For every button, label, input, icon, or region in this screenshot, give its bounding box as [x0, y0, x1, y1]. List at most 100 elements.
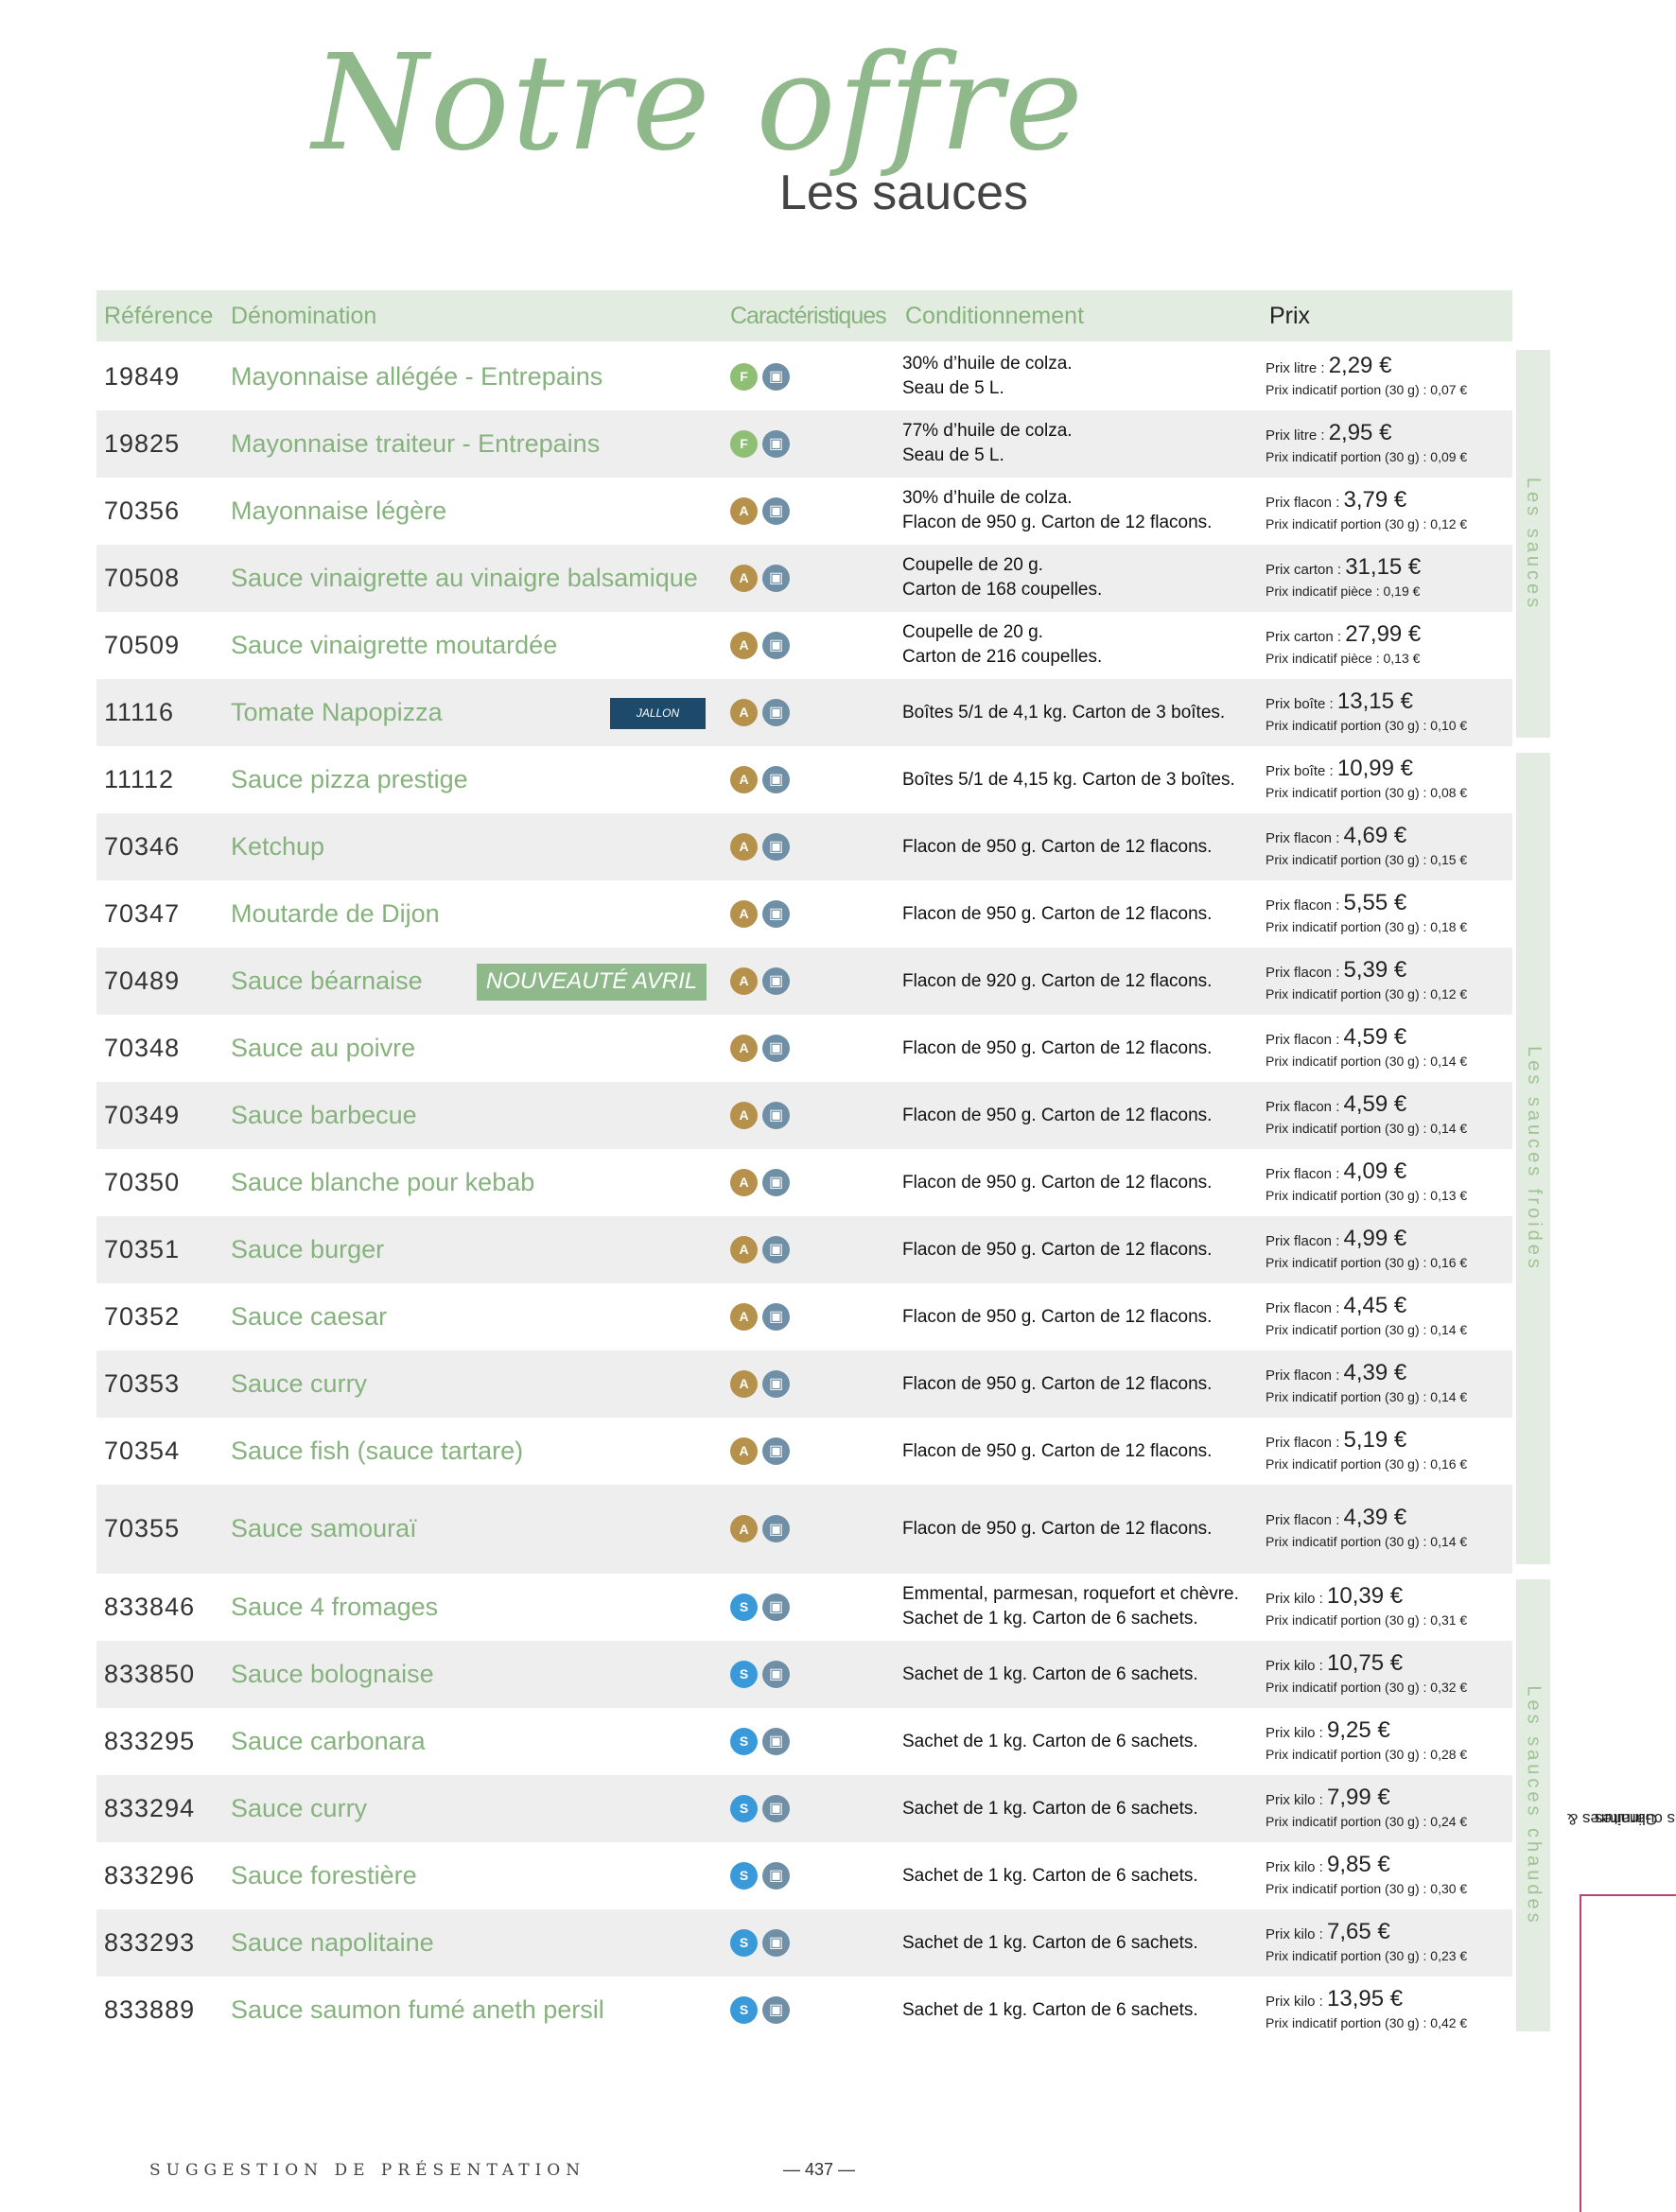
- product-name: Sauce saumon fumé aneth persil: [231, 1994, 604, 2024]
- product-name: Sauce carbonara: [231, 1726, 426, 1755]
- price-portion: Prix indicatif portion (30 g) : 0,30 €: [1266, 1880, 1468, 1896]
- carton-icon: ▣: [762, 496, 790, 525]
- packaging-line-1: Flacon de 950 g. Carton de 12 flacons.: [902, 836, 1213, 857]
- price: Prix flacon : 4,09 € Prix indicatif porti…: [1266, 1158, 1467, 1204]
- price-value: 13,15 €: [1336, 688, 1413, 714]
- packaging: 30% d’huile de colza. Flacon de 950 g. Ca…: [902, 486, 1212, 535]
- product-name: Sauce samouraï: [231, 1514, 417, 1542]
- carton-icon: ▣: [762, 1515, 790, 1542]
- packaging: Sachet de 1 kg. Carton de 6 sachets.: [902, 1797, 1198, 1821]
- characteristics: A ▣: [730, 1302, 790, 1331]
- price-label: Prix boîte :: [1266, 695, 1337, 712]
- product-reference: 70353: [104, 1368, 181, 1398]
- carton-icon: ▣: [762, 1101, 790, 1129]
- packaging-line-1: Sachet de 1 kg. Carton de 6 sachets.: [902, 1663, 1198, 1684]
- price-portion: Prix indicatif portion (30 g) : 0,32 €: [1266, 1679, 1468, 1695]
- table-row: 70489 Sauce béarnaise NOUVEAUTÉ AVRIL A ▣ Fla…: [96, 948, 1512, 1015]
- characteristics: S ▣: [730, 1928, 790, 1957]
- price-label: Prix flacon :: [1266, 1512, 1344, 1528]
- table-row: 833850 Sauce bolognaise S ▣ Sachet de 1 kg. …: [96, 1641, 1512, 1708]
- characteristics: S ▣: [730, 1593, 790, 1621]
- price-value: 7,65 €: [1327, 1918, 1390, 1944]
- price: Prix kilo : 13,95 € Prix indicatif portio…: [1266, 1986, 1467, 2031]
- page-subtitle: Les sauces: [779, 165, 1029, 220]
- packaging: Flacon de 950 g. Carton de 12 flacons.: [902, 1305, 1212, 1330]
- carton-icon: ▣: [762, 1727, 790, 1755]
- price-portion: Prix indicatif portion (30 g) : 0,15 €: [1266, 851, 1468, 867]
- chapter-rule-vertical: [1580, 1894, 1581, 2212]
- price-value: 9,25 €: [1327, 1716, 1390, 1743]
- table-row: 833846 Sauce 4 fromages S ▣ Emmental, parmes…: [96, 1574, 1512, 1641]
- table-row: 70348 Sauce au poivre A ▣ Flacon de 950 g. C…: [96, 1015, 1512, 1082]
- product-reference: 19825: [104, 428, 181, 458]
- section-label-sauces: Les sauces: [1523, 477, 1545, 611]
- price-portion: Prix indicatif portion (30 g) : 0,09 €: [1266, 448, 1468, 464]
- product-reference: 833293: [104, 1927, 196, 1957]
- price-label: Prix kilo :: [1266, 1925, 1328, 1942]
- price-label: Prix flacon :: [1266, 1434, 1344, 1451]
- product-name: Sauce vinaigrette au vinaigre balsamique: [231, 563, 698, 592]
- badge-s-icon: S: [730, 1727, 758, 1755]
- packaging-line-1: Flacon de 950 g. Carton de 12 flacons.: [902, 1440, 1213, 1461]
- product-reference: 70354: [104, 1436, 181, 1465]
- price-portion: Prix indicatif portion (30 g) : 0,28 €: [1266, 1746, 1468, 1762]
- price-value: 31,15 €: [1345, 553, 1422, 580]
- price-label: Prix flacon :: [1266, 829, 1344, 846]
- product-name: Sauce fish (sauce tartare): [231, 1436, 524, 1465]
- price: Prix boîte : 13,15 € Prix indicatif porti…: [1266, 688, 1467, 734]
- carton-icon: ▣: [762, 1235, 790, 1263]
- col-conditionnement: Conditionnement: [905, 303, 1085, 329]
- packaging-line-1: Sachet de 1 kg. Carton de 6 sachets.: [902, 1932, 1198, 1953]
- table-row: 833296 Sauce forestière S ▣ Sachet de 1 kg. …: [96, 1842, 1512, 1909]
- product-reference: 833294: [104, 1793, 196, 1822]
- col-caracteristiques: Caractéristiques: [730, 303, 887, 329]
- price-portion: Prix indicatif portion (30 g) : 0,14 €: [1266, 1053, 1468, 1069]
- product-reference: 70351: [104, 1234, 181, 1263]
- packaging-line-2: Flacon de 950 g. Carton de 12 flacons.: [902, 512, 1213, 532]
- price: Prix kilo : 7,99 € Prix indicatif portion…: [1266, 1785, 1467, 1830]
- badge-a-icon: A: [730, 1437, 758, 1465]
- price-portion: Prix indicatif portion (30 g) : 0,14 €: [1266, 1534, 1468, 1549]
- price-label: Prix kilo :: [1266, 1657, 1328, 1674]
- badge-s-icon: S: [730, 1794, 758, 1822]
- price-label: Prix carton :: [1266, 561, 1346, 578]
- price-portion: Prix indicatif pièce : 0,13 €: [1266, 650, 1421, 666]
- carton-icon: ▣: [762, 1928, 790, 1957]
- characteristics: A ▣: [730, 899, 790, 928]
- price-label: Prix flacon :: [1266, 494, 1344, 511]
- product-reference: 70508: [104, 563, 181, 592]
- price-portion: Prix indicatif portion (30 g) : 0,16 €: [1266, 1455, 1468, 1472]
- characteristics: A ▣: [730, 496, 790, 525]
- price-value: 7,99 €: [1327, 1784, 1390, 1810]
- packaging: Flacon de 950 g. Carton de 12 flacons.: [902, 835, 1212, 860]
- packaging-line-1: Coupelle de 20 g.: [902, 621, 1043, 642]
- packaging-line-2: Sachet de 1 kg. Carton de 6 sachets.: [902, 1608, 1198, 1629]
- characteristics: A ▣: [730, 631, 790, 659]
- product-reference: 11116: [104, 697, 175, 726]
- price-portion: Prix indicatif portion (30 g) : 0,10 €: [1266, 717, 1468, 733]
- packaging-line-1: Flacon de 920 g. Carton de 12 flacons.: [902, 970, 1213, 991]
- price-label: Prix flacon :: [1266, 964, 1344, 981]
- packaging: Flacon de 950 g. Carton de 12 flacons.: [902, 902, 1212, 927]
- packaging: Flacon de 950 g. Carton de 12 flacons.: [902, 1036, 1212, 1061]
- price-portion: Prix indicatif portion (30 g) : 0,14 €: [1266, 1388, 1468, 1404]
- price: Prix flacon : 4,69 € Prix indicatif porti…: [1266, 823, 1467, 868]
- price: Prix flacon : 4,99 € Prix indicatif porti…: [1266, 1226, 1467, 1271]
- carton-icon: ▣: [762, 429, 790, 458]
- price-value: 3,79 €: [1343, 486, 1407, 513]
- packaging: 77% d’huile de colza. Seau de 5 L.: [902, 419, 1073, 468]
- price-label: Prix flacon :: [1266, 1031, 1344, 1048]
- price-value: 2,29 €: [1328, 352, 1392, 378]
- packaging: Flacon de 950 g. Carton de 12 flacons.: [902, 1104, 1212, 1128]
- price-label: Prix kilo :: [1266, 1993, 1328, 2010]
- price: Prix carton : 31,15 € Prix indicatif pièc…: [1266, 554, 1421, 600]
- price-label: Prix kilo :: [1266, 1724, 1328, 1741]
- table-header: Référence Dénomination Caractéristiques …: [96, 290, 1512, 341]
- product-name: Sauce forestière: [231, 1860, 417, 1890]
- carton-icon: ▣: [762, 564, 790, 592]
- carton-icon: ▣: [762, 1369, 790, 1398]
- product-name: Sauce curry: [231, 1368, 368, 1398]
- badge-s-icon: S: [730, 1660, 758, 1688]
- product-reference: 70356: [104, 496, 181, 525]
- packaging-line-1: Sachet de 1 kg. Carton de 6 sachets.: [902, 1731, 1198, 1751]
